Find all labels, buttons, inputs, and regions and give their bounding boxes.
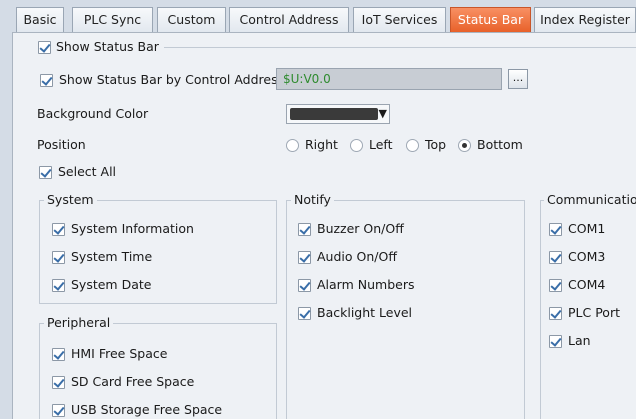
checkbox[interactable]	[52, 404, 65, 417]
background-color-picker[interactable]: ▼	[286, 104, 390, 124]
checkbox[interactable]	[549, 279, 562, 292]
tab-status-bar[interactable]: Status Bar	[450, 7, 531, 32]
system-group-title: System	[44, 192, 97, 207]
background-color-label: Background Color	[37, 106, 149, 121]
control-address-field[interactable]: $U:V0.0	[276, 68, 502, 90]
checkbox[interactable]	[298, 251, 311, 264]
position-top-radio[interactable]	[406, 139, 419, 152]
tab-control-address[interactable]: Control Address	[229, 7, 349, 32]
position-left-radio[interactable]	[350, 139, 363, 152]
position-left-label: Left	[369, 137, 393, 152]
checkbox[interactable]	[52, 223, 65, 236]
checkbox[interactable]	[549, 307, 562, 320]
select-all-checkbox[interactable]	[39, 166, 52, 179]
show-status-bar-checkbox[interactable]	[38, 41, 51, 54]
checkbox[interactable]	[549, 223, 562, 236]
system-date-label: System Date	[71, 277, 152, 292]
position-right-label: Right	[305, 137, 338, 152]
select-all-label: Select All	[58, 164, 117, 179]
communication-group-title: Communicatio	[544, 192, 636, 207]
hmi-free-space-label: HMI Free Space	[71, 346, 168, 361]
tab-plc-sync[interactable]: PLC Sync	[72, 7, 153, 32]
com4-label: COM4	[568, 277, 606, 292]
status-bar-by-address-label: Show Status Bar by Control Address	[59, 72, 285, 87]
tab-basic[interactable]: Basic	[16, 7, 64, 32]
checkbox[interactable]	[298, 279, 311, 292]
tab-custom[interactable]: Custom	[157, 7, 226, 32]
chevron-down-icon: ▼	[378, 107, 387, 120]
checkbox[interactable]	[52, 348, 65, 361]
sd-card-free-space-label: SD Card Free Space	[71, 374, 195, 389]
status-bar-by-address-checkbox[interactable]	[40, 74, 53, 87]
position-bottom-radio[interactable]	[458, 139, 471, 152]
notify-group-title: Notify	[291, 192, 334, 207]
checkbox[interactable]	[52, 376, 65, 389]
alarm-numbers-label: Alarm Numbers	[317, 277, 415, 292]
position-top-label: Top	[425, 137, 447, 152]
show-status-bar-label: Show Status Bar	[56, 39, 159, 54]
system-time-label: System Time	[71, 249, 153, 264]
usb-storage-free-space-label: USB Storage Free Space	[71, 402, 223, 417]
tab-index-register[interactable]: Index Register	[534, 7, 636, 32]
checkbox[interactable]	[52, 279, 65, 292]
tab-bar: Basic PLC Sync Custom Control Address Io…	[0, 0, 636, 32]
backlight-level-label: Backlight Level	[317, 305, 413, 320]
lan-label: Lan	[568, 333, 591, 348]
com3-label: COM3	[568, 249, 606, 264]
divider	[164, 47, 636, 48]
audio-label: Audio On/Off	[317, 249, 397, 264]
position-right-radio[interactable]	[286, 139, 299, 152]
checkbox[interactable]	[298, 307, 311, 320]
checkbox[interactable]	[549, 335, 562, 348]
checkbox[interactable]	[549, 251, 562, 264]
peripheral-group-title: Peripheral	[44, 315, 114, 330]
com1-label: COM1	[568, 221, 606, 236]
color-swatch	[290, 108, 378, 120]
checkbox[interactable]	[298, 223, 311, 236]
plc-port-label: PLC Port	[568, 305, 620, 320]
system-information-label: System Information	[71, 221, 194, 236]
position-label: Position	[37, 137, 86, 152]
browse-button[interactable]: ...	[508, 69, 528, 89]
buzzer-label: Buzzer On/Off	[317, 221, 404, 236]
position-bottom-label: Bottom	[477, 137, 523, 152]
tab-iot-services[interactable]: IoT Services	[353, 7, 446, 32]
checkbox[interactable]	[52, 251, 65, 264]
